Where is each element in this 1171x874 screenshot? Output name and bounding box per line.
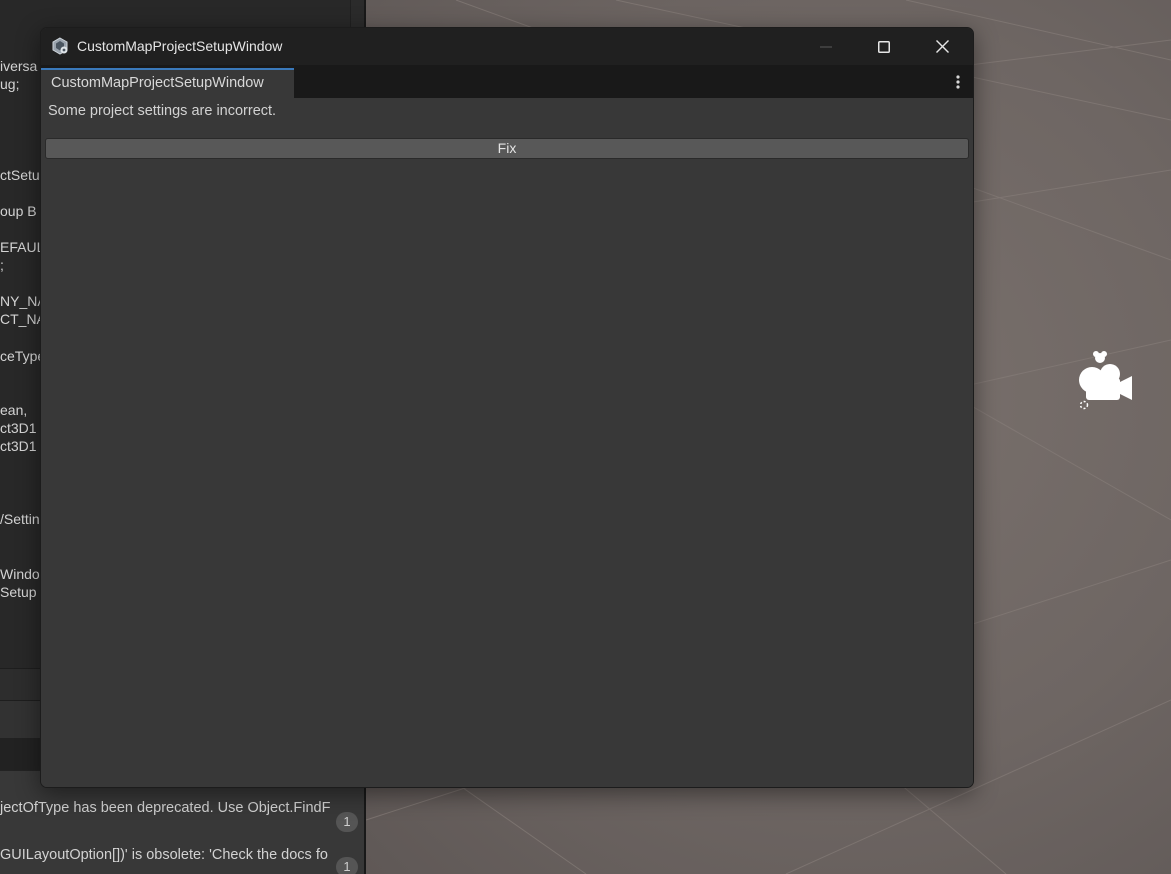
code-line: ceType bbox=[0, 348, 46, 364]
camera-gizmo-icon[interactable] bbox=[1076, 350, 1136, 410]
unity-editor-icon bbox=[51, 37, 69, 55]
close-icon bbox=[935, 40, 949, 53]
console-log-entry[interactable]: GUILayoutOption[])' is obsolete: 'Check … bbox=[0, 847, 328, 863]
code-line: Windo bbox=[0, 566, 40, 582]
minimize-icon bbox=[820, 46, 832, 47]
code-line: oup B bbox=[0, 203, 37, 219]
console-log-entry[interactable]: jectOfType has been deprecated. Use Obje… bbox=[0, 800, 330, 816]
fix-button[interactable]: Fix bbox=[45, 138, 969, 159]
tab-custom-map-project-setup[interactable]: CustomMapProjectSetupWindow bbox=[41, 68, 294, 98]
code-line: Setup bbox=[0, 584, 37, 600]
window-tab-bar: CustomMapProjectSetupWindow bbox=[41, 65, 973, 98]
minimize-button[interactable] bbox=[797, 28, 855, 65]
code-line: ct3D1 bbox=[0, 438, 37, 454]
close-button[interactable] bbox=[913, 28, 971, 65]
tab-options-menu-button[interactable] bbox=[951, 73, 965, 91]
code-line: ean, bbox=[0, 402, 28, 418]
code-line: ug; bbox=[0, 76, 20, 92]
window-content: Some project settings are incorrect. Fix bbox=[41, 98, 973, 787]
window-titlebar[interactable]: CustomMapProjectSetupWindow bbox=[41, 28, 973, 65]
console-log-count-badge: 1 bbox=[336, 812, 358, 832]
window-title: CustomMapProjectSetupWindow bbox=[77, 38, 283, 54]
code-line: iversa bbox=[0, 58, 38, 74]
desktop-stage: iversa ug; ctSetu oup B EFAUL ; NY_NA CT… bbox=[0, 0, 1171, 874]
code-line: /Settin bbox=[0, 511, 40, 527]
code-line: ct3D1 bbox=[0, 420, 37, 436]
maximize-icon bbox=[878, 40, 890, 53]
settings-status-message: Some project settings are incorrect. bbox=[48, 103, 277, 119]
console-log-count-badge: 1 bbox=[336, 857, 358, 874]
code-line: ; bbox=[0, 257, 4, 273]
vertical-ellipsis-icon bbox=[956, 75, 960, 89]
custom-map-project-setup-window: CustomMapProjectSetupWindow CustomMapPro… bbox=[40, 27, 974, 788]
tab-label: CustomMapProjectSetupWindow bbox=[51, 75, 264, 91]
code-line: EFAUL bbox=[0, 239, 45, 255]
code-line: ctSetu bbox=[0, 167, 40, 183]
maximize-button[interactable] bbox=[855, 28, 913, 65]
